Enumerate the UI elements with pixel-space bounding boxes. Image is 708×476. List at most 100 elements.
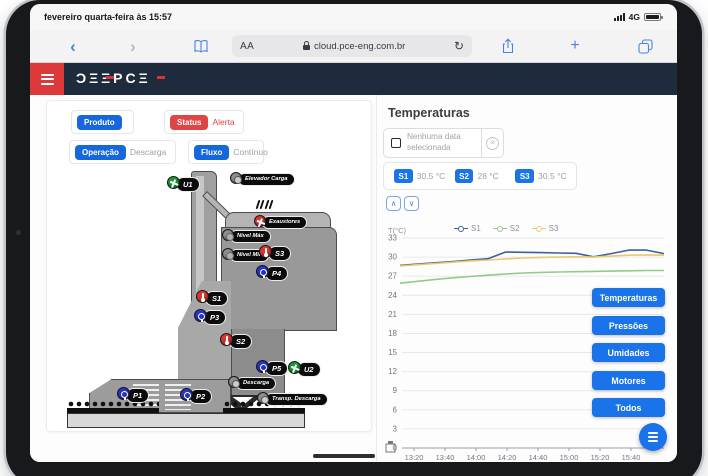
network-type: 4G [629,12,640,22]
svg-text:33: 33 [388,234,397,243]
url-text: cloud.pce-eng.com.br [314,41,405,52]
gauge-icon [256,360,269,373]
heat-waves-icon [257,200,272,209]
ios-status-bar: fevereiro quarta-feira às 15:57 4G [30,4,677,30]
back-button[interactable]: ‹ [62,35,84,57]
signal-bars-icon [614,13,625,21]
marker-elevador-carga[interactable]: Elevador Carga [230,172,295,186]
motor-icon [230,172,242,184]
panel-divider [376,95,377,462]
sensor-value: 30.5 °C [417,171,445,181]
fab-menu-button[interactable] [639,423,667,451]
address-bar[interactable]: AA cloud.pce-eng.com.br ↻ [232,35,472,57]
marker-label: Nível Máx [230,230,271,243]
marker-n-vel-m-x[interactable]: Nível Máx [222,229,271,243]
marker-u1[interactable]: U1 [167,176,200,192]
marker-u2[interactable]: U2 [288,361,321,377]
nav-button-press-es[interactable]: Pressões [592,316,665,335]
gauge-icon [194,309,207,322]
marker-p5[interactable]: P5 [256,360,288,376]
svg-text:12: 12 [388,367,397,376]
svg-text:15:20: 15:20 [591,453,610,462]
motor-icon [257,392,269,404]
svg-text:15:40: 15:40 [622,453,641,462]
svg-text:27: 27 [388,272,397,281]
tablet-screen: fevereiro quarta-feira às 15:57 4G ‹ › A… [30,4,677,462]
date-filter-input[interactable]: Nenhuma data selecionada ✕ [383,128,504,158]
sensor-badge: S1 [394,169,413,183]
app-header: ƆΞΞPCΞ [30,63,677,95]
gauge-icon [117,387,130,400]
sensor-chip-s1: S1 30.5 °C [394,169,455,183]
thermometer-icon [220,333,233,346]
marker-exaustores[interactable]: Exaustores [254,215,307,229]
forward-button[interactable]: › [122,35,144,57]
screenshot-stage: fevereiro quarta-feira às 15:57 4G ‹ › A… [0,0,708,476]
fan-icon [167,176,180,189]
reader-text-size-button[interactable]: AA [240,41,254,52]
marker-p3[interactable]: P3 [194,309,226,325]
nav-button-todos[interactable]: Todos [592,398,665,417]
close-icon: ✕ [486,137,499,150]
marker-s2[interactable]: S2 [220,333,252,349]
plant-diagram: U1Elevador CargaExaustoresNível MáxNível… [47,101,371,431]
svg-text:15: 15 [388,348,397,357]
nav-button-temperaturas[interactable]: Temperaturas [592,288,665,307]
svg-text:30: 30 [388,253,397,262]
level-icon [222,229,234,241]
hamburger-menu-button[interactable] [30,63,64,95]
step-down-button[interactable]: ∨ [404,196,419,211]
svg-text:15:00: 15:00 [560,453,579,462]
sensor-value: 28 °C [477,171,498,181]
sensor-badge: S2 [455,169,474,183]
svg-text:14:40: 14:40 [529,453,548,462]
sensor-value: 30.5 °C [538,171,566,181]
clear-date-button[interactable]: ✕ [481,129,503,157]
nav-button-motores[interactable]: Motores [592,371,665,390]
fan-icon [254,215,266,227]
marker-label: Transp. Descarga [265,393,328,406]
gauge-icon [180,388,193,401]
svg-text:18: 18 [388,329,397,338]
svg-text:14:20: 14:20 [498,453,517,462]
thermometer-icon [196,290,209,303]
fan-icon [288,361,301,374]
svg-text:13:40: 13:40 [436,453,455,462]
calendar-checkbox-icon [391,138,401,148]
battery-icon [644,13,661,22]
plant-card: Produto Status Alerta Operação Descarga … [46,100,372,432]
sensor-chip-s2: S228 °C [455,169,516,183]
marker-p4[interactable]: P4 [256,265,288,281]
svg-text:24: 24 [388,291,397,300]
svg-text:14:00: 14:00 [467,453,486,462]
new-tab-button[interactable]: + [564,35,586,57]
marker-s1[interactable]: S1 [196,290,228,306]
safari-toolbar: ‹ › AA cloud.pce-eng.com.br ↻ + [30,30,677,63]
sensor-chip-s3: S330.5 °C [515,169,576,183]
marker-p2[interactable]: P2 [180,388,212,404]
marker-label: Elevador Carga [238,173,295,186]
marker-label: Exaustores [262,216,307,229]
marker-transp-descarga[interactable]: Transp. Descarga [257,392,328,406]
status-date-time: fevereiro quarta-feira às 15:57 [44,12,172,22]
marker-p1[interactable]: P1 [117,387,149,403]
marker-s3[interactable]: S3 [259,245,291,261]
marker-label: Descarga [236,377,276,390]
panel-title: Temperaturas [388,106,470,120]
tabs-icon[interactable] [634,35,656,57]
marker-descarga[interactable]: Descarga [228,376,276,390]
horizontal-scrollbar[interactable] [313,454,375,458]
thermometer-icon [259,245,272,258]
base-platform [67,413,305,428]
step-up-button[interactable]: ∧ [386,196,401,211]
svg-text:9: 9 [393,386,398,395]
svg-text:3: 3 [393,424,398,433]
bookmarks-icon[interactable] [190,35,212,57]
svg-text:6: 6 [393,405,398,414]
share-icon[interactable] [497,35,519,57]
level-icon [222,248,234,260]
motor-icon [228,376,240,388]
reload-button[interactable]: ↻ [454,39,464,53]
nav-button-umidades[interactable]: Umidades [592,343,665,362]
gauge-icon [256,265,269,278]
